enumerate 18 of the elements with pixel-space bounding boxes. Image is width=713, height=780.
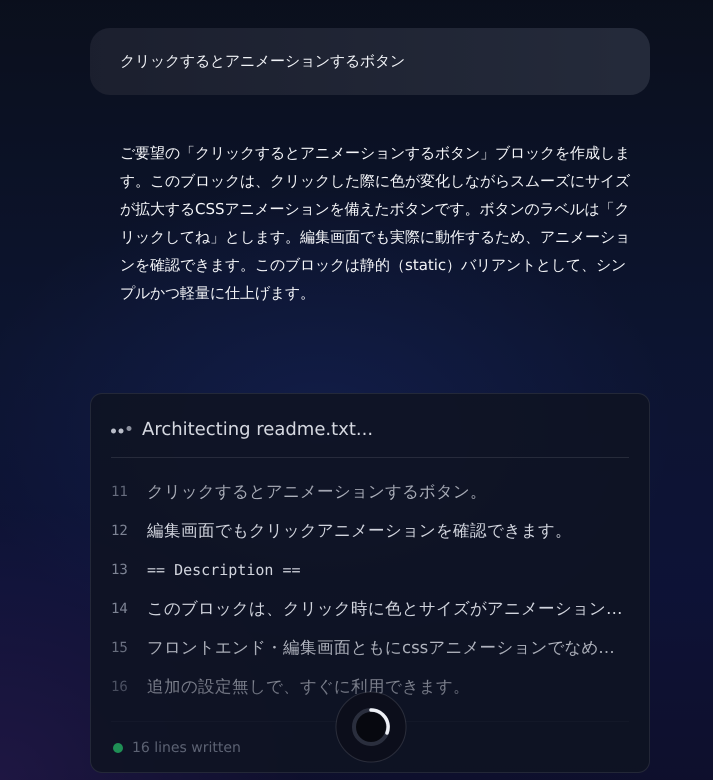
line-number: 11: [111, 484, 129, 500]
line-number: 12: [111, 522, 129, 538]
code-line: == Description ==: [147, 560, 301, 578]
status-text: 16 lines written: [132, 740, 241, 756]
assistant-message: ご要望の「クリックするとアニメーションするボタン」ブロックを作成します。このブロックは、クリックした際に色が変化しながらスムーズにサイズが拡大するCSSアニメーションを備えたボタンです。ボタンのラベルは「クリックしてね」とします。編集画面でも実際に動作するため、アニメーションを確認できます。このブロックは静的（static）バリアントとして、シンプルかつ軽量に仕上げます。: [119, 143, 631, 304]
line-number: 15: [111, 640, 129, 656]
line-number: 13: [111, 562, 129, 578]
card-title: Architecting readme.txt...: [142, 419, 374, 440]
loading-dots-icon: [111, 426, 132, 434]
status-dot-icon: [113, 743, 123, 753]
text-line: クリックするとアニメーションするボタン。: [147, 480, 487, 502]
text-line: 編集画面でもクリックアニメーションを確認できます。: [147, 520, 572, 542]
text-line: 追加の設定無しで、すぐに利用できます。: [147, 676, 470, 698]
text-line: フロントエンド・編集画面ともにcssアニメーションでなめ…: [147, 636, 615, 658]
line-number: 14: [111, 600, 129, 616]
user-message: クリックするとアニメーションするボタン: [90, 28, 650, 95]
text-line: このブロックは、クリック時に色とサイズがアニメーション…: [147, 598, 622, 620]
line-number: 16: [111, 678, 129, 694]
